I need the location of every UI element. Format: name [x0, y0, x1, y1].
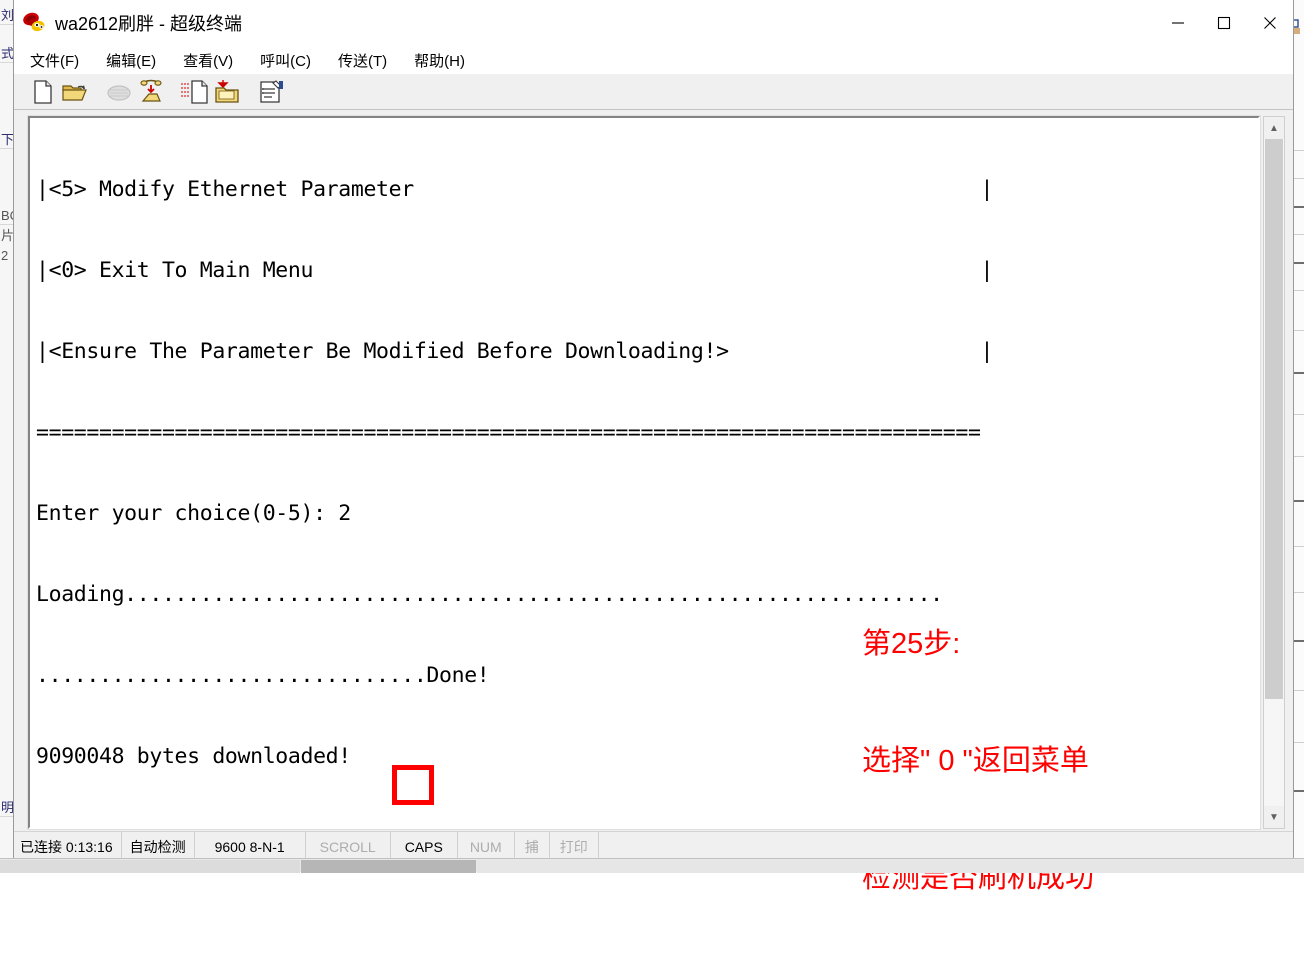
terminal-line: 9090048 bytes downloaded!: [36, 743, 1258, 770]
status-num: NUM: [458, 832, 515, 861]
terminal-line: Loading.................................…: [36, 581, 1258, 608]
hyperterminal-window[interactable]: wa2612刷胖 - 超级终端 文件(F) 编辑(E) 查看(V) 呼叫(C) …: [13, 0, 1294, 862]
toolbar[interactable]: [14, 74, 1293, 110]
open-folder-icon[interactable]: [60, 78, 90, 106]
menu-call[interactable]: 呼叫(C): [258, 48, 313, 73]
maximize-button[interactable]: [1201, 0, 1247, 46]
terminal-line: |<Ensure The Parameter Be Modified Befor…: [36, 338, 1258, 365]
disconnect-phone-icon: [104, 78, 134, 106]
taskbar-item-2[interactable]: [301, 860, 476, 873]
terminal-line: |<0> Exit To Main Menu |: [36, 257, 1258, 284]
connect-phone-icon[interactable]: [136, 78, 166, 106]
menu-file[interactable]: 文件(F): [28, 48, 81, 73]
minimize-button[interactable]: [1155, 0, 1201, 46]
title-bar[interactable]: wa2612刷胖 - 超级终端: [14, 0, 1293, 46]
send-file-icon[interactable]: [180, 78, 210, 106]
menu-view[interactable]: 查看(V): [181, 48, 235, 73]
desktop-background: 刘 式 下 BC 片 2 明: [0, 0, 1304, 872]
menu-help[interactable]: 帮助(H): [412, 48, 467, 73]
scrollbar-thumb[interactable]: [1265, 139, 1283, 699]
menu-bar[interactable]: 文件(F) 编辑(E) 查看(V) 呼叫(C) 传送(T) 帮助(H): [14, 46, 1293, 74]
status-caps: CAPS: [391, 832, 458, 861]
status-print: 打印: [550, 832, 599, 861]
status-serial-config: 9600 8-N-1: [195, 832, 306, 861]
status-bar: 已连接 0:13:16 自动检测 9600 8-N-1 SCROLL CAPS …: [14, 831, 1293, 861]
taskbar[interactable]: [0, 858, 1304, 872]
status-capture: 捕: [515, 832, 550, 861]
menu-transfer[interactable]: 传送(T): [336, 48, 389, 73]
close-button[interactable]: [1247, 0, 1293, 46]
terminal-scrollbar[interactable]: ▲ ▼: [1263, 116, 1285, 829]
status-connected: 已连接 0:13:16: [14, 832, 122, 861]
properties-icon[interactable]: [256, 78, 286, 106]
terminal-line: |<5> Modify Ethernet Parameter |: [36, 176, 1258, 203]
new-connection-icon[interactable]: [28, 78, 58, 106]
status-filler: [599, 832, 1293, 861]
status-scroll: SCROLL: [306, 832, 391, 861]
terminal-line: Updating File flash:/wa2600a_fat.bin....…: [36, 824, 1258, 829]
terminal-frame[interactable]: |<5> Modify Ethernet Parameter | |<0> Ex…: [28, 116, 1260, 829]
scroll-up-arrow[interactable]: ▲: [1264, 117, 1284, 139]
taskbar-empty[interactable]: [477, 860, 1304, 873]
window-title: wa2612刷胖 - 超级终端: [55, 10, 242, 36]
terminal-line: ...............................Done!: [36, 662, 1258, 689]
hyperterminal-icon: [21, 10, 47, 36]
receive-file-icon[interactable]: [212, 78, 242, 106]
terminal-screen[interactable]: |<5> Modify Ethernet Parameter | |<0> Ex…: [30, 118, 1258, 827]
status-autodetect: 自动检测: [122, 832, 195, 861]
terminal-line: ========================================…: [36, 419, 1258, 446]
terminal-line: Enter your choice(0-5): 2: [36, 500, 1258, 527]
scrollbar-track[interactable]: [1264, 139, 1284, 806]
scroll-down-arrow[interactable]: ▼: [1264, 806, 1284, 828]
terminal-container: |<5> Modify Ethernet Parameter | |<0> Ex…: [14, 110, 1293, 831]
menu-edit[interactable]: 编辑(E): [104, 48, 158, 73]
window-controls[interactable]: [1155, 0, 1293, 46]
taskbar-item-1[interactable]: [0, 860, 300, 873]
